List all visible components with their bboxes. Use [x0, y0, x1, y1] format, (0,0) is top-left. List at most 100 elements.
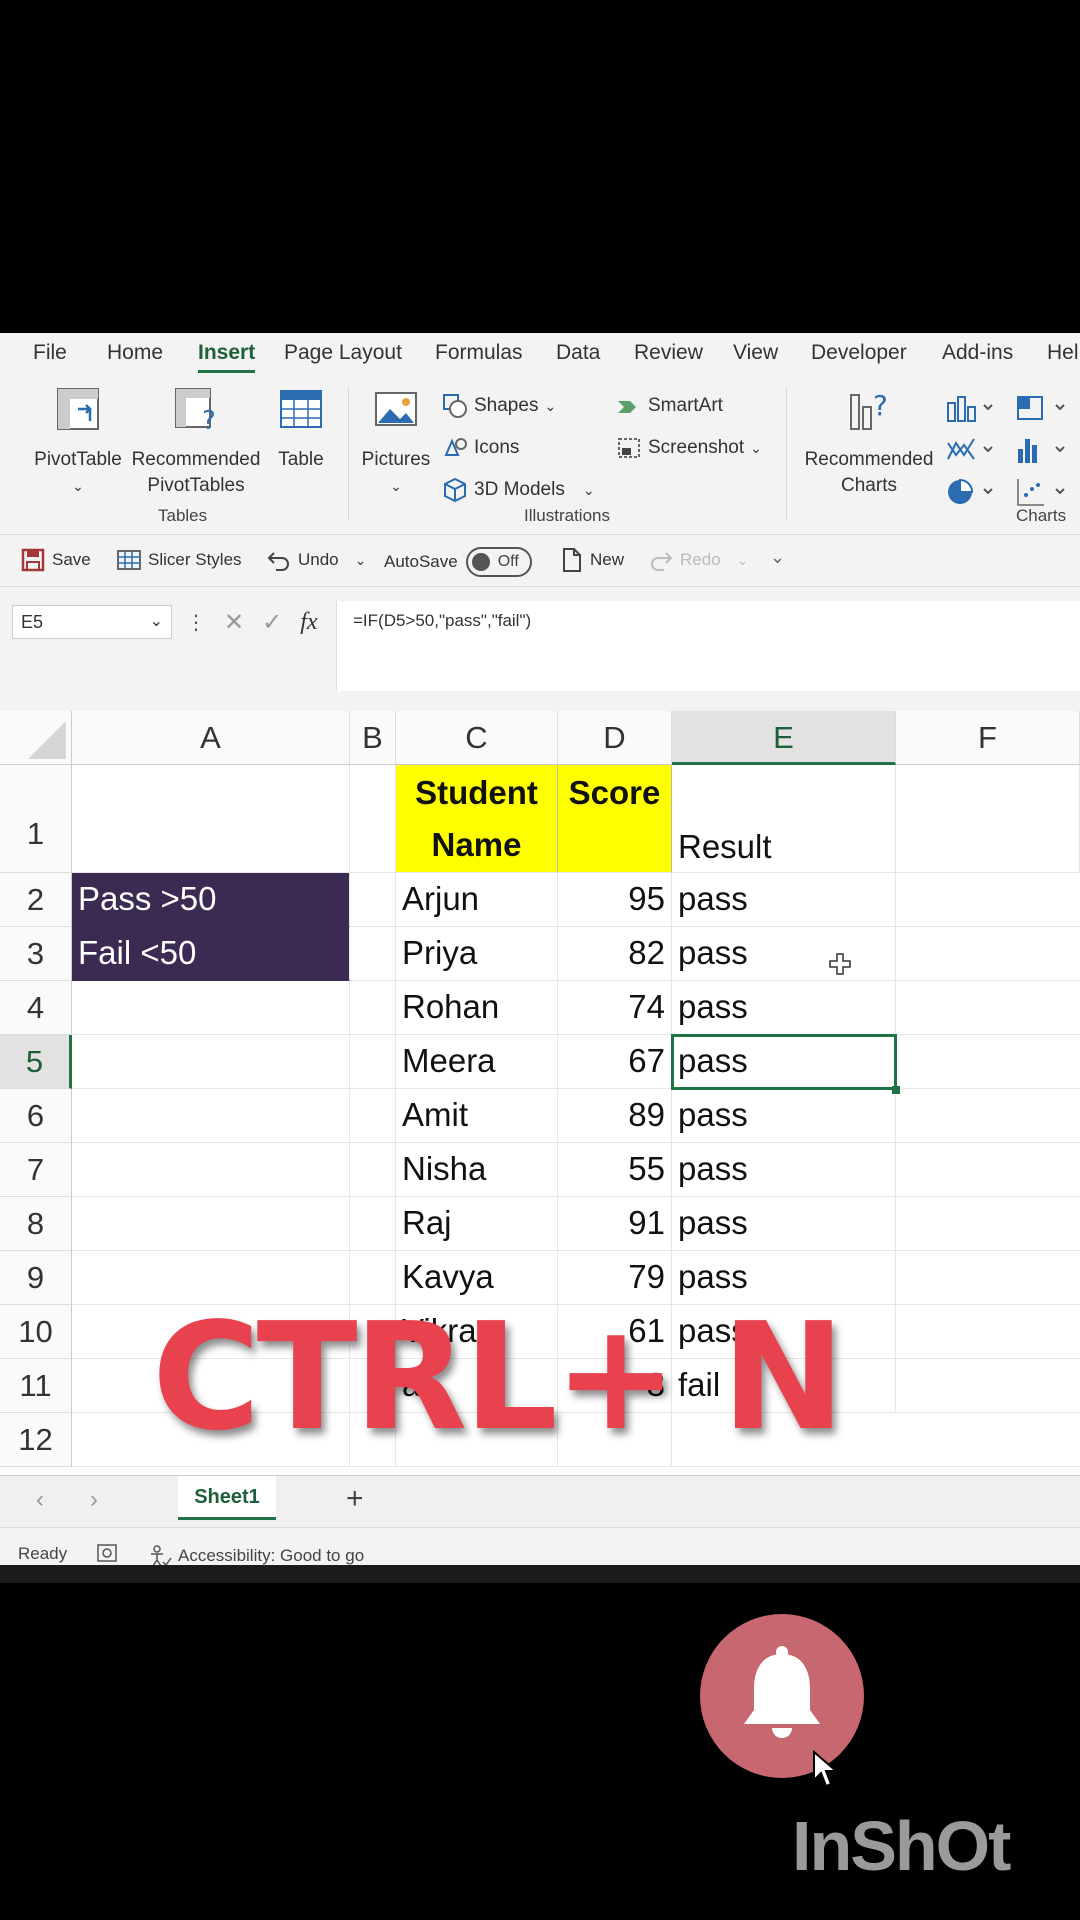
row-header-1[interactable]: 1 [0, 765, 72, 873]
chevron-down-icon[interactable]: ⌄ [737, 552, 749, 569]
cell-d2[interactable]: 95 [558, 873, 672, 927]
cell-a1[interactable] [72, 765, 350, 873]
table-button[interactable]: Table [268, 385, 334, 473]
fill-handle[interactable] [892, 1086, 900, 1094]
shapes-button[interactable]: Shapes ⌄ [442, 393, 556, 419]
formula-input[interactable]: =IF(D5>50,"pass","fail") [336, 601, 1080, 691]
tab-page-layout[interactable]: Page Layout [284, 337, 402, 369]
chevron-down-icon[interactable]: ⌄ [355, 552, 367, 569]
hierarchy-chart-icon[interactable] [1016, 393, 1072, 423]
tab-home[interactable]: Home [107, 337, 163, 369]
tab-data[interactable]: Data [556, 337, 600, 369]
tab-view[interactable]: View [733, 337, 778, 369]
chevron-down-icon[interactable]: ⌄ [150, 606, 163, 638]
cell-c5[interactable]: Meera [396, 1035, 558, 1089]
row-header-12[interactable]: 12 [0, 1413, 72, 1467]
recommended-pivottables-button[interactable]: ? Recommended PivotTables [130, 385, 262, 499]
cell-c4[interactable]: Rohan [396, 981, 558, 1035]
cell-e4[interactable]: pass [672, 981, 896, 1035]
line-chart-icon[interactable] [946, 435, 996, 465]
smartart-button[interactable]: SmartArt [616, 393, 723, 419]
column-header-a[interactable]: A [72, 711, 350, 765]
row-header-8[interactable]: 8 [0, 1197, 72, 1251]
column-header-b[interactable]: B [350, 711, 396, 765]
3d-models-button[interactable]: 3D Models ⌄ [442, 477, 595, 503]
cell-c6[interactable]: Amit [396, 1089, 558, 1143]
cell-d6[interactable]: 89 [558, 1089, 672, 1143]
cell-a2[interactable]: Pass >50 [72, 873, 350, 927]
column-header-d[interactable]: D [558, 711, 672, 765]
tab-help[interactable]: Hel [1047, 337, 1079, 369]
next-sheet-icon[interactable]: › [90, 1486, 98, 1514]
autosave-toggle[interactable]: Off [465, 547, 532, 577]
cell-d4[interactable]: 74 [558, 981, 672, 1035]
prev-sheet-icon[interactable]: ‹ [36, 1486, 44, 1514]
cell-a3[interactable]: Fail <50 [72, 927, 350, 981]
empty-cells-f[interactable] [896, 873, 1080, 1467]
cell-c1[interactable]: Student Name [396, 765, 558, 873]
sheet-tab-sheet1[interactable]: Sheet1 [178, 1476, 276, 1520]
cell-f1[interactable] [896, 765, 1080, 873]
cell-e7[interactable]: pass [672, 1143, 896, 1197]
column-header-f[interactable]: F [896, 711, 1080, 765]
tab-insert[interactable]: Insert [198, 337, 256, 373]
cell-d3[interactable]: 82 [558, 927, 672, 981]
row-header-7[interactable]: 7 [0, 1143, 72, 1197]
row-header-6[interactable]: 6 [0, 1089, 72, 1143]
pictures-button[interactable]: Pictures ⌄ [358, 385, 434, 499]
tab-add-ins[interactable]: Add-ins [942, 337, 1013, 369]
macro-recording-icon[interactable] [96, 1542, 118, 1564]
save-button[interactable]: Save [20, 547, 91, 573]
row-header-11[interactable]: 11 [0, 1359, 72, 1413]
cell-e8[interactable]: pass [672, 1197, 896, 1251]
scatter-chart-icon[interactable] [1016, 477, 1072, 507]
enter-icon[interactable]: ✓ [262, 608, 282, 637]
cell-d8[interactable]: 91 [558, 1197, 672, 1251]
row-header-3[interactable]: 3 [0, 927, 72, 981]
cell-c8[interactable]: Raj [396, 1197, 558, 1251]
select-all-corner[interactable] [0, 711, 72, 765]
row-header-9[interactable]: 9 [0, 1251, 72, 1305]
row-header-10[interactable]: 10 [0, 1305, 72, 1359]
redo-button[interactable]: Redo ⌄ [648, 547, 748, 573]
tab-review[interactable]: Review [634, 337, 703, 369]
cell-c7[interactable]: Nisha [396, 1143, 558, 1197]
name-box[interactable]: E5 ⌄ [12, 605, 172, 639]
customize-toolbar-icon[interactable]: ⌄ [770, 547, 785, 568]
icons-button[interactable]: Icons [442, 435, 519, 461]
tab-formulas[interactable]: Formulas [435, 337, 523, 369]
cell-c3[interactable]: Priya [396, 927, 558, 981]
insert-function-icon[interactable]: fx [300, 609, 317, 636]
tab-file[interactable]: File [33, 337, 67, 369]
column-header-e[interactable]: E [672, 711, 896, 765]
cell-b1[interactable] [350, 765, 396, 873]
cell-d1[interactable]: Score [558, 765, 672, 873]
tab-developer[interactable]: Developer [811, 337, 907, 369]
recommended-charts-button[interactable]: ? Recommended Charts [798, 385, 940, 499]
row-header-4[interactable]: 4 [0, 981, 72, 1035]
notification-bell-button[interactable] [700, 1614, 864, 1778]
column-chart-icon[interactable] [946, 393, 996, 423]
slicer-styles-button[interactable]: Slicer Styles [116, 547, 242, 573]
row-header-2[interactable]: 2 [0, 873, 72, 927]
pivottable-button[interactable]: PivotTable ⌄ [30, 385, 126, 499]
cell-e6[interactable]: pass [672, 1089, 896, 1143]
add-sheet-button[interactable]: + [346, 1482, 364, 1516]
cell-d5[interactable]: 67 [558, 1035, 672, 1089]
cell-c2[interactable]: Arjun [396, 873, 558, 927]
column-header-c[interactable]: C [396, 711, 558, 765]
screenshot-button[interactable]: Screenshot ⌄ [616, 435, 762, 461]
statistic-chart-icon[interactable] [1016, 435, 1072, 465]
cell-e1[interactable]: Result [672, 765, 896, 873]
undo-button[interactable]: Undo ⌄ [266, 547, 366, 573]
more-icon[interactable]: ⋮ [186, 610, 206, 635]
pie-chart-icon[interactable] [946, 477, 996, 507]
cancel-icon[interactable]: ✕ [224, 608, 244, 637]
new-button[interactable]: New [558, 547, 624, 573]
cell-e3[interactable]: pass [672, 927, 896, 981]
cell-d7[interactable]: 55 [558, 1143, 672, 1197]
row-header-5[interactable]: 5 [0, 1035, 72, 1089]
cell-e2[interactable]: pass [672, 873, 896, 927]
autosave-control[interactable]: AutoSave Off [384, 547, 532, 577]
cell-e5[interactable]: pass [672, 1035, 896, 1089]
